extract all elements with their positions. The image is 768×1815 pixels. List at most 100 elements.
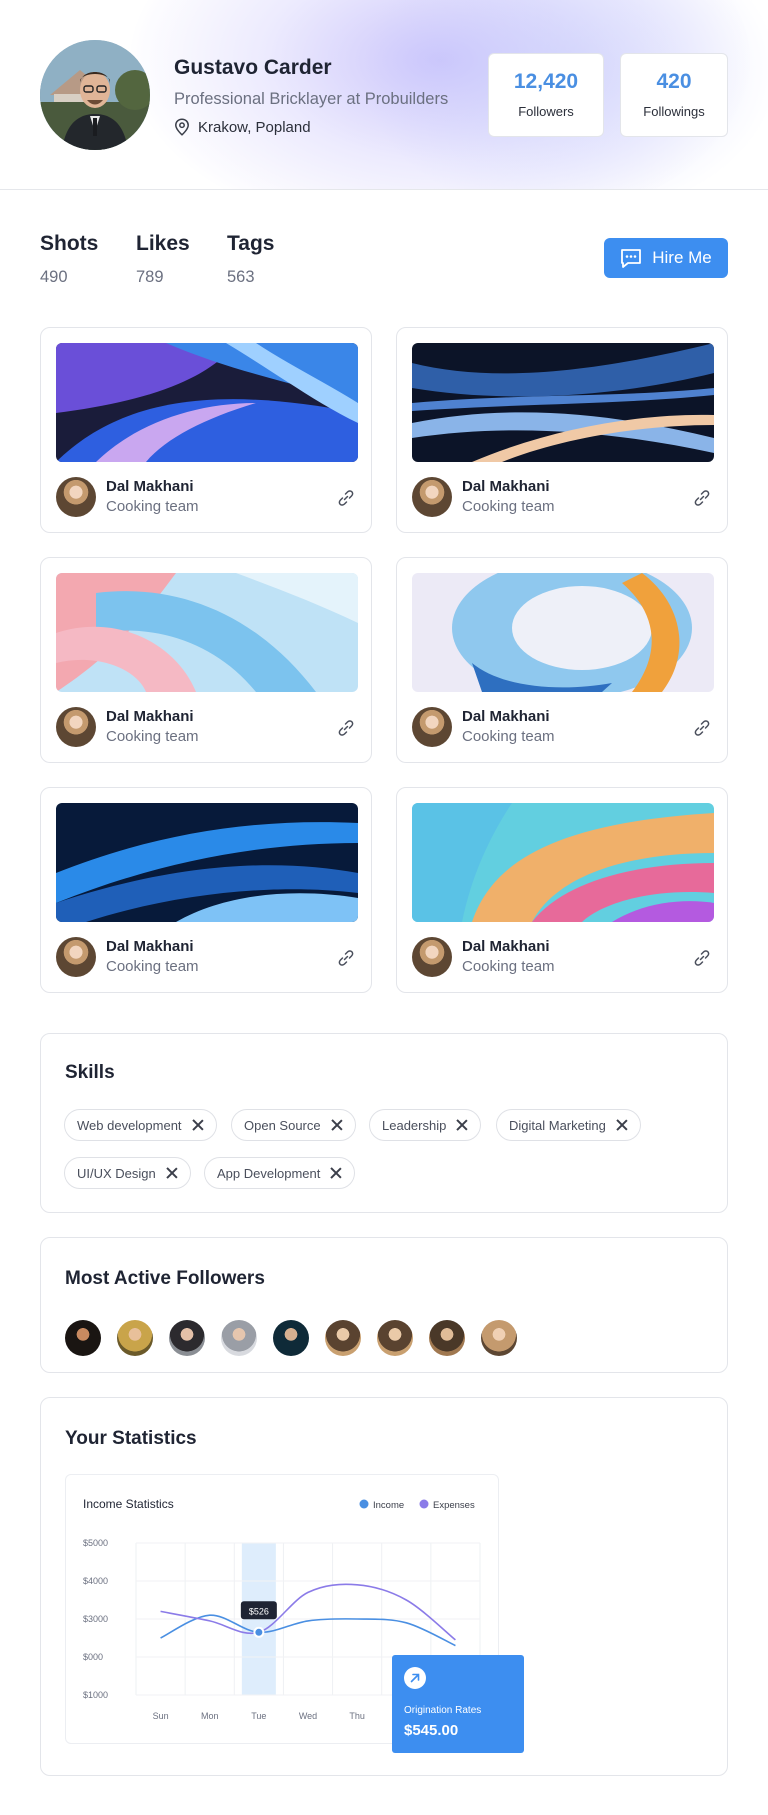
author-team: Cooking team bbox=[106, 958, 199, 975]
author-avatar[interactable] bbox=[412, 707, 452, 747]
author-name: Dal Makhani bbox=[106, 478, 194, 495]
shot-image[interactable] bbox=[56, 573, 358, 692]
author-name: Dal Makhani bbox=[462, 708, 550, 725]
chat-icon bbox=[621, 249, 642, 268]
follower-avatar[interactable] bbox=[273, 1320, 309, 1356]
author-team: Cooking team bbox=[106, 498, 199, 515]
remove-skill-icon[interactable] bbox=[331, 1119, 343, 1131]
origination-value: $545.00 bbox=[404, 1722, 459, 1739]
y-tick-label: $3000 bbox=[83, 1614, 108, 1624]
y-tick-label: $4000 bbox=[83, 1576, 108, 1586]
profile-location: Krakow, Popland bbox=[174, 118, 311, 136]
profile-title: Professional Bricklayer at Probuilders bbox=[174, 90, 449, 108]
x-tick-label: Wed bbox=[299, 1711, 317, 1721]
likes-label: Likes bbox=[136, 232, 190, 255]
followers-stat[interactable]: 12,420 Followers bbox=[488, 53, 604, 137]
remove-skill-icon[interactable] bbox=[456, 1119, 468, 1131]
author-name: Dal Makhani bbox=[462, 478, 550, 495]
link-icon[interactable] bbox=[692, 718, 712, 738]
y-tick-label: $5000 bbox=[83, 1538, 108, 1548]
follower-avatar[interactable] bbox=[429, 1320, 465, 1356]
location-pin-icon bbox=[175, 118, 189, 136]
skills-section: Skills Web development Open Source Leade… bbox=[40, 1033, 728, 1213]
follower-avatar[interactable] bbox=[377, 1320, 413, 1356]
statistics-heading: Your Statistics bbox=[65, 1428, 197, 1449]
shot-card[interactable]: Dal Makhani Cooking team bbox=[396, 787, 728, 993]
link-icon[interactable] bbox=[336, 718, 356, 738]
remove-skill-icon[interactable] bbox=[166, 1167, 178, 1179]
tags-count: Tags 563 bbox=[227, 232, 274, 287]
likes-count: Likes 789 bbox=[136, 232, 190, 287]
x-tick-label: Tue bbox=[251, 1711, 266, 1721]
skill-chip[interactable]: Open Source bbox=[231, 1109, 356, 1141]
skill-chip[interactable]: Digital Marketing bbox=[496, 1109, 641, 1141]
skill-label: Open Source bbox=[244, 1117, 321, 1133]
link-icon[interactable] bbox=[692, 488, 712, 508]
author-team: Cooking team bbox=[462, 498, 555, 515]
follower-avatar[interactable] bbox=[481, 1320, 517, 1356]
author-avatar[interactable] bbox=[412, 477, 452, 517]
shots-value: 490 bbox=[40, 268, 68, 286]
shot-image[interactable] bbox=[412, 803, 714, 922]
tags-label: Tags bbox=[227, 232, 275, 255]
shot-card[interactable]: Dal Makhani Cooking team bbox=[40, 787, 372, 993]
follower-avatar[interactable] bbox=[117, 1320, 153, 1356]
profile-name: Gustavo Carder bbox=[174, 56, 332, 79]
followings-count: 420 bbox=[656, 70, 692, 93]
link-icon[interactable] bbox=[336, 488, 356, 508]
author-avatar[interactable] bbox=[56, 707, 96, 747]
skill-label: App Development bbox=[217, 1165, 321, 1181]
shots-count: Shots 490 bbox=[40, 232, 98, 287]
followers-heading: Most Active Followers bbox=[65, 1268, 265, 1289]
profile-avatar[interactable] bbox=[40, 40, 150, 150]
origination-label: Origination Rates bbox=[404, 1705, 482, 1716]
follower-avatar[interactable] bbox=[221, 1320, 257, 1356]
skill-label: Web development bbox=[77, 1117, 182, 1133]
followers-section: Most Active Followers bbox=[40, 1237, 728, 1373]
shot-image[interactable] bbox=[56, 343, 358, 462]
author-name: Dal Makhani bbox=[462, 938, 550, 955]
profile-photo bbox=[40, 40, 150, 150]
remove-skill-icon[interactable] bbox=[616, 1119, 628, 1131]
author-avatar[interactable] bbox=[56, 937, 96, 977]
shot-image[interactable] bbox=[412, 343, 714, 462]
follower-avatar[interactable] bbox=[169, 1320, 205, 1356]
author-name: Dal Makhani bbox=[106, 938, 194, 955]
link-icon[interactable] bbox=[692, 948, 712, 968]
remove-skill-icon[interactable] bbox=[330, 1167, 342, 1179]
x-tick-label: Mon bbox=[201, 1711, 219, 1721]
origination-rates-card[interactable]: Origination Rates $545.00 bbox=[392, 1655, 524, 1753]
chart-title: Income Statistics bbox=[83, 1497, 174, 1511]
shot-image[interactable] bbox=[56, 803, 358, 922]
followers-label: Followers bbox=[518, 104, 574, 119]
follower-avatar[interactable] bbox=[65, 1320, 101, 1356]
x-tick-label: Thu bbox=[349, 1711, 365, 1721]
author-team: Cooking team bbox=[462, 958, 555, 975]
shot-card[interactable]: Dal Makhani Cooking team bbox=[40, 557, 372, 763]
skill-chip[interactable]: App Development bbox=[204, 1157, 356, 1189]
legend-marker bbox=[419, 1499, 429, 1509]
skill-label: UI/UX Design bbox=[77, 1165, 156, 1181]
follower-avatar[interactable] bbox=[325, 1320, 361, 1356]
shot-card[interactable]: Dal Makhani Cooking team bbox=[396, 327, 728, 533]
x-tick-label: Sun bbox=[153, 1711, 169, 1721]
shots-label: Shots bbox=[40, 232, 99, 255]
shot-image[interactable] bbox=[412, 573, 714, 692]
link-icon[interactable] bbox=[336, 948, 356, 968]
y-tick-label: $1000 bbox=[83, 1690, 108, 1700]
shot-card[interactable]: Dal Makhani Cooking team bbox=[396, 557, 728, 763]
skill-chip[interactable]: Leadership bbox=[369, 1109, 482, 1141]
author-avatar[interactable] bbox=[412, 937, 452, 977]
hire-me-button[interactable]: Hire Me bbox=[604, 238, 728, 278]
skill-chip[interactable]: UI/UX Design bbox=[64, 1157, 191, 1189]
legend-marker bbox=[359, 1499, 369, 1509]
tooltip-value: $526 bbox=[249, 1606, 269, 1616]
y-tick-label: $000 bbox=[83, 1652, 103, 1662]
remove-skill-icon[interactable] bbox=[192, 1119, 204, 1131]
followings-stat[interactable]: 420 Followings bbox=[620, 53, 728, 137]
skill-chip[interactable]: Web development bbox=[64, 1109, 217, 1141]
legend-label: Income bbox=[373, 1500, 404, 1511]
shot-card[interactable]: Dal Makhani Cooking team bbox=[40, 327, 372, 533]
author-avatar[interactable] bbox=[56, 477, 96, 517]
series-line-expenses bbox=[160, 1583, 456, 1641]
